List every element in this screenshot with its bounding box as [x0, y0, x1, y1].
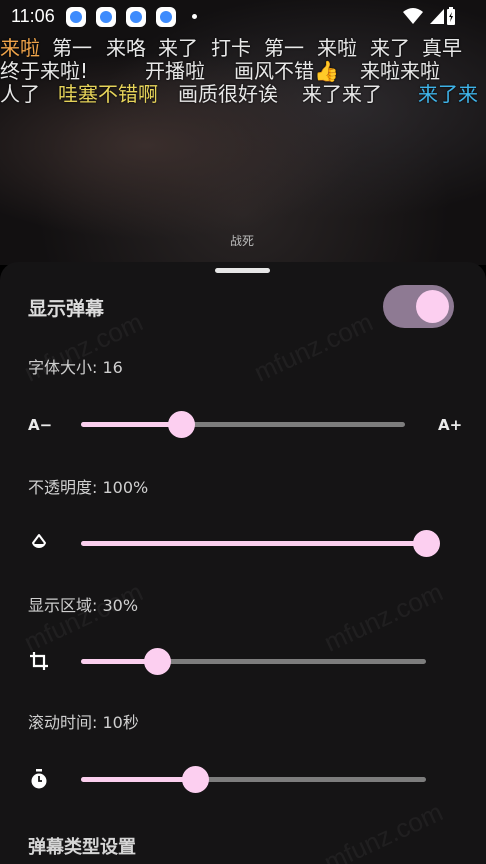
- danmaku-comment: 来了来了: [302, 82, 382, 106]
- crop-icon: [30, 652, 48, 670]
- battery-icon: [447, 7, 455, 25]
- danmaku-comment: 来咯: [106, 36, 146, 60]
- show-danmaku-label: 显示弹幕: [28, 298, 105, 320]
- watermark: mfunz.com: [249, 306, 378, 388]
- opacity-label: 不透明度: 100%: [28, 478, 149, 497]
- danmaku-settings-sheet: mfunz.com mfunz.com mfunz.com mfunz.com …: [0, 262, 486, 864]
- opacity-drop-icon: [32, 534, 46, 548]
- video-player[interactable]: 来啦 第一 来咯 来了 打卡 第一 来啦 来了 真早 终于来啦! 开播啦 画风不错👍 来啦来啦 人了 哇塞不…: [0, 0, 486, 265]
- danmaku-comment: 人了: [0, 82, 40, 106]
- signal-icon: [430, 9, 444, 24]
- font-size-decrease-label: A−: [28, 416, 53, 434]
- font-size-label: 字体大小: 16: [28, 358, 123, 377]
- toggle-knob: [416, 290, 449, 323]
- wifi-icon: [403, 8, 423, 24]
- slider-thumb[interactable]: [168, 411, 196, 438]
- slider-fill: [81, 777, 195, 782]
- scroll-time-label: 滚动时间: 10秒: [28, 713, 139, 732]
- notification-app-icon: [156, 7, 176, 27]
- status-bar: 11:06: [0, 0, 486, 34]
- video-caption: 战死: [230, 234, 255, 248]
- display-area-label: 显示区域: 30%: [28, 596, 139, 615]
- timer-icon: [31, 769, 47, 789]
- watermark: mfunz.com: [19, 576, 148, 658]
- font-size-slider[interactable]: [81, 411, 405, 438]
- danmaku-comment: 画质很好诶: [178, 82, 278, 106]
- watermark: mfunz.com: [319, 796, 448, 864]
- scroll-time-slider[interactable]: [81, 766, 426, 793]
- display-area-slider[interactable]: [81, 648, 426, 675]
- danmaku-comment: 哇塞不错啊: [58, 82, 158, 106]
- slider-thumb[interactable]: [181, 766, 209, 793]
- drag-handle[interactable]: [215, 268, 270, 273]
- slider-fill: [81, 422, 182, 427]
- font-size-increase-label: A+: [438, 416, 463, 434]
- slider-fill: [81, 541, 426, 546]
- slider-thumb[interactable]: [413, 530, 440, 557]
- opacity-slider[interactable]: [81, 530, 440, 557]
- slider-thumb[interactable]: [143, 648, 171, 675]
- watermark: mfunz.com: [319, 576, 448, 658]
- notification-app-icon: [126, 7, 146, 27]
- danmaku-comment: 来了来: [418, 82, 478, 106]
- status-time: 11:06: [11, 6, 55, 26]
- more-notifications-dot: [192, 14, 197, 19]
- notification-app-icon: [66, 7, 86, 27]
- show-danmaku-toggle[interactable]: [383, 285, 454, 328]
- notification-app-icon: [96, 7, 116, 27]
- danmaku-type-settings-title: 弹幕类型设置: [28, 837, 136, 858]
